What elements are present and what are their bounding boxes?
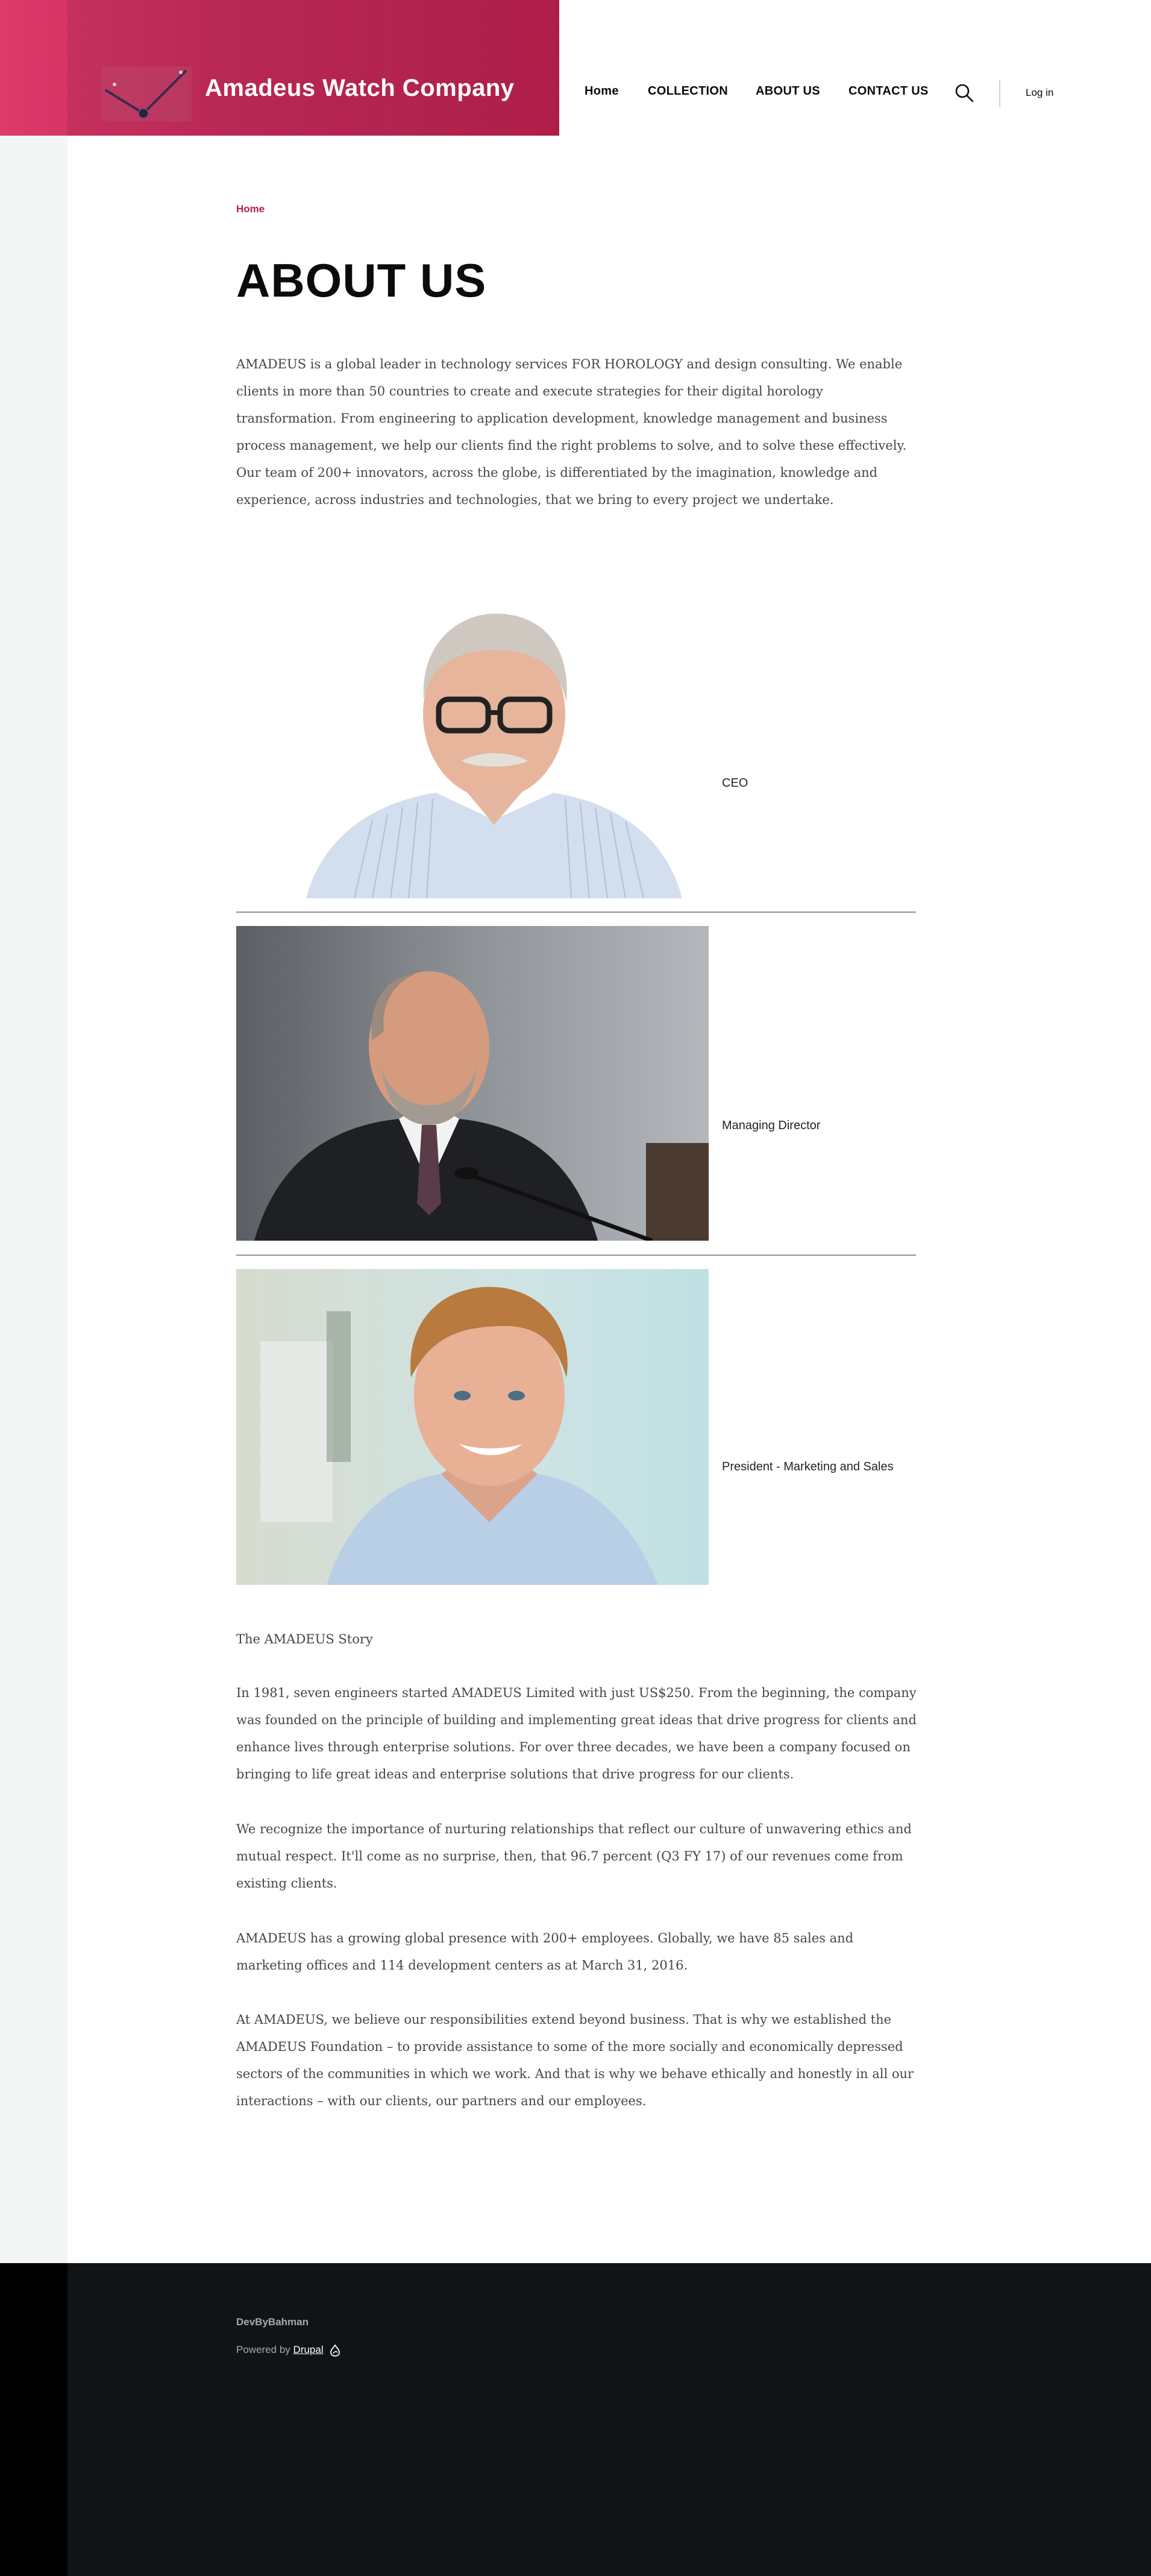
intro-paragraph: AMADEUS is a global leader in technology… (236, 357, 907, 507)
divider-2 (236, 1255, 916, 1256)
footer-brand: DevByBahman (236, 2316, 309, 2328)
search-icon[interactable] (955, 83, 974, 102)
powered-by-label: Powered by (236, 2344, 290, 2355)
drupal-link[interactable]: Drupal (293, 2344, 324, 2355)
page-title: ABOUT US (236, 254, 487, 307)
divider-1 (236, 912, 916, 913)
clock-logo-icon[interactable] (101, 66, 192, 122)
site-branding (0, 0, 559, 136)
site-name[interactable]: Amadeus Watch Company (205, 75, 515, 102)
story-paragraph: At AMADEUS, we believe our responsibilit… (236, 2012, 914, 2108)
ceo-photo (306, 603, 682, 898)
president-photo (236, 1269, 709, 1585)
nav-contact-us[interactable]: CONTACT US (848, 84, 929, 98)
managing-director-photo (236, 926, 709, 1241)
ceo-role: CEO (722, 776, 748, 790)
powered-by: Powered by Drupal (236, 2343, 340, 2357)
managing-director-role: Managing Director (722, 1119, 821, 1132)
story-heading: The AMADEUS Story (236, 1632, 373, 1646)
president-role: President - Marketing and Sales (722, 1460, 894, 1473)
story-paragraph: We recognize the importance of nurturing… (236, 1822, 912, 1891)
nav-collection[interactable]: COLLECTION (648, 84, 728, 98)
breadcrumb-home[interactable]: Home (236, 203, 265, 215)
header-divider (999, 80, 1000, 107)
left-rail (0, 0, 67, 2263)
drupal-drop-icon (330, 2343, 340, 2357)
login-link[interactable]: Log in (1026, 87, 1053, 99)
story-paragraph: AMADEUS has a growing global presence wi… (236, 1931, 854, 1973)
story-paragraph: In 1981, seven engineers started AMADEUS… (236, 1686, 917, 1781)
footer-rail (0, 2263, 67, 2576)
nav-home[interactable]: Home (585, 84, 619, 98)
footer: DevByBahman Powered by Drupal (0, 2263, 1151, 2576)
nav-about-us[interactable]: ABOUT US (756, 84, 820, 98)
